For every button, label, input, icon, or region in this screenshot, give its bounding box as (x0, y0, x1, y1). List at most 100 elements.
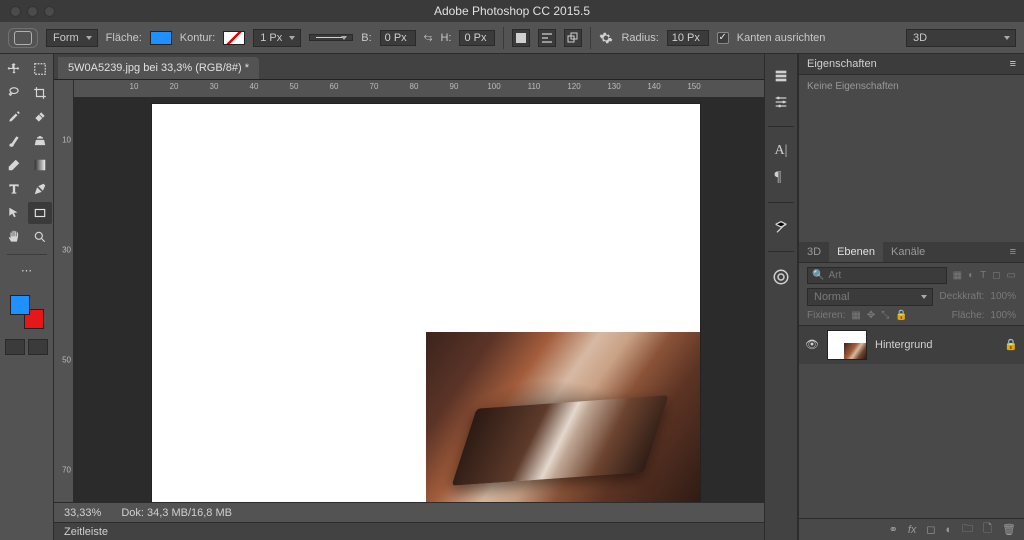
stroke-width-dropdown[interactable]: 1 Px (253, 29, 301, 47)
move-tool[interactable] (2, 58, 26, 80)
layers-footer: ⚭ fx ◻ ◐ 🗀 🗋 🗑 (799, 518, 1024, 540)
shape-height-input[interactable]: 0 Px (459, 30, 495, 46)
fill-swatch[interactable] (150, 31, 172, 45)
tool-preset-picker[interactable] (8, 28, 38, 48)
radius-label: Radius: (621, 32, 658, 44)
edit-toolbar-button[interactable]: ⋯ (15, 259, 39, 281)
healing-brush-tool[interactable] (28, 106, 52, 128)
align-edges-label: Kanten ausrichten (737, 32, 826, 44)
stroke-style-dropdown[interactable] (309, 34, 353, 41)
layer-filter-input[interactable]: 🔍 Art (807, 267, 947, 284)
opacity-label: Deckkraft: (939, 291, 984, 302)
panel-menu-icon[interactable]: ≡ (1010, 58, 1016, 70)
layer-thumbnail[interactable] (827, 330, 867, 360)
stroke-swatch[interactable] (223, 31, 245, 45)
lock-label: Fixieren: (807, 310, 845, 321)
pen-tool[interactable] (28, 178, 52, 200)
lock-position-icon[interactable]: ✥ (867, 310, 875, 321)
filter-smart-icon[interactable]: ▭ (1007, 270, 1016, 281)
character-panel-icon[interactable]: A| (775, 143, 788, 159)
lock-icon[interactable]: 🔒 (1004, 338, 1018, 351)
delete-layer-icon[interactable]: 🗑 (1002, 523, 1016, 536)
filter-shape-icon[interactable]: ◻ (992, 270, 1000, 281)
adjustments-panel-icon[interactable] (773, 94, 789, 110)
fill-label: Fläche: (106, 32, 142, 44)
clone-stamp-tool[interactable] (28, 130, 52, 152)
link-layers-icon[interactable]: ⚭ (889, 523, 898, 536)
document-tab-bar: 5W0A5239.jpg bei 33,3% (RGB/8#) * (54, 54, 764, 80)
lock-pixels-icon[interactable]: ▦ (851, 310, 860, 321)
visibility-toggle-icon[interactable]: 👁 (805, 338, 819, 351)
fill-opacity-value[interactable]: 100% (990, 310, 1016, 321)
new-layer-icon[interactable]: 🗋 (983, 520, 992, 539)
tab-channels[interactable]: Kanäle (883, 242, 933, 262)
lasso-tool[interactable] (2, 82, 26, 104)
gradient-tool[interactable] (28, 154, 52, 176)
type-tool[interactable] (2, 178, 26, 200)
libraries-panel-icon[interactable] (772, 268, 790, 286)
properties-title: Eigenschaften (807, 58, 877, 70)
radius-input[interactable]: 10 Px (667, 30, 709, 46)
horizontal-ruler[interactable]: 1020 3040 5060 7080 90100 110120 130140 … (74, 80, 764, 98)
foreground-color-swatch[interactable] (10, 295, 30, 315)
layers-list: 👁 Hintergrund 🔒 (799, 325, 1024, 364)
stroke-label: Kontur: (180, 32, 215, 44)
mode-dropdown[interactable]: Form (46, 29, 98, 47)
document-canvas[interactable] (152, 104, 700, 502)
layers-panel-options: 🔍 Art ▦ ◐ T ◻ ▭ Normal Deckkraft: 100% F… (799, 263, 1024, 325)
layer-style-icon[interactable]: fx (908, 524, 917, 536)
document-tab[interactable]: 5W0A5239.jpg bei 33,3% (RGB/8#) * (58, 57, 259, 79)
layers-panel-menu-icon[interactable]: ≡ (1002, 242, 1024, 262)
path-selection-tool[interactable] (2, 202, 26, 224)
vertical-ruler[interactable]: 10 30 50 70 (54, 80, 74, 502)
tab-layers[interactable]: Ebenen (829, 242, 883, 262)
width-label: B: (361, 32, 371, 44)
filter-type-icon[interactable]: T (980, 270, 986, 281)
lock-artboard-icon[interactable]: ⤡ (881, 310, 889, 321)
document-size[interactable]: Dok: 34,3 MB/16,8 MB (121, 507, 232, 519)
timeline-panel-header[interactable]: Zeitleiste (54, 522, 764, 540)
rectangle-tool[interactable] (28, 202, 52, 224)
toolbox: ⋯ (0, 54, 54, 540)
eraser-tool[interactable] (2, 154, 26, 176)
layer-name[interactable]: Hintergrund (875, 339, 996, 351)
zoom-tool[interactable] (28, 226, 52, 248)
hand-tool[interactable] (2, 226, 26, 248)
tab-3d[interactable]: 3D (799, 242, 829, 262)
path-alignment-button[interactable] (538, 29, 556, 47)
standard-mode-button[interactable] (5, 339, 25, 355)
filter-pixel-icon[interactable]: ▦ (953, 270, 962, 281)
marquee-tool[interactable] (28, 58, 52, 80)
layer-mask-icon[interactable]: ◻ (926, 523, 935, 536)
brush-tool[interactable] (2, 130, 26, 152)
path-operations-button[interactable] (512, 29, 530, 47)
lock-all-icon[interactable]: 🔒 (895, 310, 907, 321)
quick-mask-button[interactable] (28, 339, 48, 355)
group-icon[interactable]: 🗀 (962, 520, 973, 539)
right-panel-group: Eigenschaften ≡ Keine Eigenschaften 3D E… (798, 54, 1024, 540)
align-edges-checkbox[interactable] (717, 32, 729, 44)
zoom-level[interactable]: 33,33% (64, 507, 101, 519)
modify-panel-icon[interactable] (773, 219, 789, 235)
eyedropper-tool[interactable] (2, 106, 26, 128)
crop-tool[interactable] (28, 82, 52, 104)
app-title: Adobe Photoshop CC 2015.5 (0, 4, 1024, 18)
properties-panel-header[interactable]: Eigenschaften ≡ (799, 54, 1024, 75)
adjustment-layer-icon[interactable]: ◐ (946, 524, 953, 536)
paragraph-panel-icon[interactable]: ¶ (775, 169, 788, 186)
opacity-value[interactable]: 100% (990, 291, 1016, 302)
titlebar: Adobe Photoshop CC 2015.5 (0, 0, 1024, 22)
layer-row[interactable]: 👁 Hintergrund 🔒 (799, 326, 1024, 364)
fill-opacity-label: Fläche: (952, 310, 985, 321)
workspace-switcher[interactable]: 3D (906, 29, 1016, 47)
blend-mode-dropdown[interactable]: Normal (807, 288, 933, 306)
shape-width-input[interactable]: 0 Px (380, 30, 416, 46)
filter-adjust-icon[interactable]: ◐ (968, 270, 974, 281)
foreground-background-colors[interactable] (10, 295, 44, 329)
link-wh-icon[interactable]: ⥃ (424, 31, 433, 44)
history-panel-icon[interactable] (773, 68, 789, 84)
layers-panel-tabs: 3D Ebenen Kanäle ≡ (799, 242, 1024, 263)
settings-gear-icon[interactable] (599, 31, 613, 45)
path-arrangement-button[interactable] (564, 29, 582, 47)
canvas[interactable] (74, 98, 764, 502)
